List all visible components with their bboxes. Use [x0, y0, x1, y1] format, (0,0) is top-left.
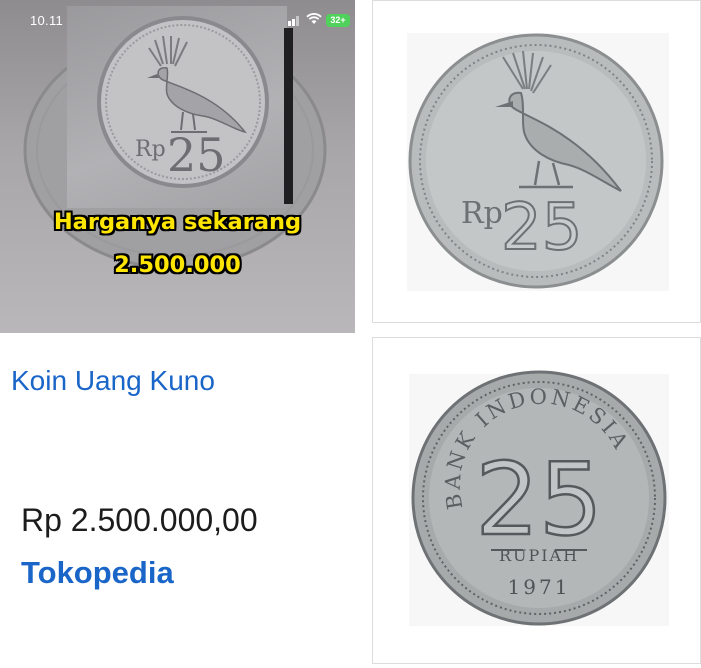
coin-back-year: 1971: [508, 575, 571, 599]
coin-front-rp: Rp: [461, 196, 503, 231]
image-card-front[interactable]: Rp 25: [372, 0, 701, 323]
svg-text:Rp: Rp: [135, 137, 166, 162]
video-edge-bar: [284, 28, 293, 204]
rp25-coin-icon: Rp 25: [97, 16, 269, 188]
caption-line-2: 2.500.000: [114, 252, 241, 278]
result-title-link[interactable]: Koin Uang Kuno: [11, 365, 215, 397]
coin-back-value: 25: [475, 441, 602, 558]
result-source-link[interactable]: Tokopedia: [21, 555, 174, 591]
image-card-back[interactable]: BANK INDONESIA 25 RUPIAH 1971: [372, 337, 701, 664]
result-price: Rp 2.500.000,00: [21, 502, 258, 538]
coin-back-image: BANK INDONESIA 25 RUPIAH 1971: [409, 370, 669, 626]
coin-front-value: 25: [501, 191, 582, 265]
result-thumbnail[interactable]: 10.11 32+ Rp 25 Harganya sekarang 2.500.…: [0, 0, 355, 333]
coin-back-unit: RUPIAH: [499, 546, 579, 565]
coin-closeup-photo: Rp 25: [67, 6, 287, 208]
svg-text:25: 25: [167, 128, 226, 182]
caption-line-1: Harganya sekarang: [53, 209, 302, 235]
coin-front-image: Rp 25: [407, 33, 669, 291]
